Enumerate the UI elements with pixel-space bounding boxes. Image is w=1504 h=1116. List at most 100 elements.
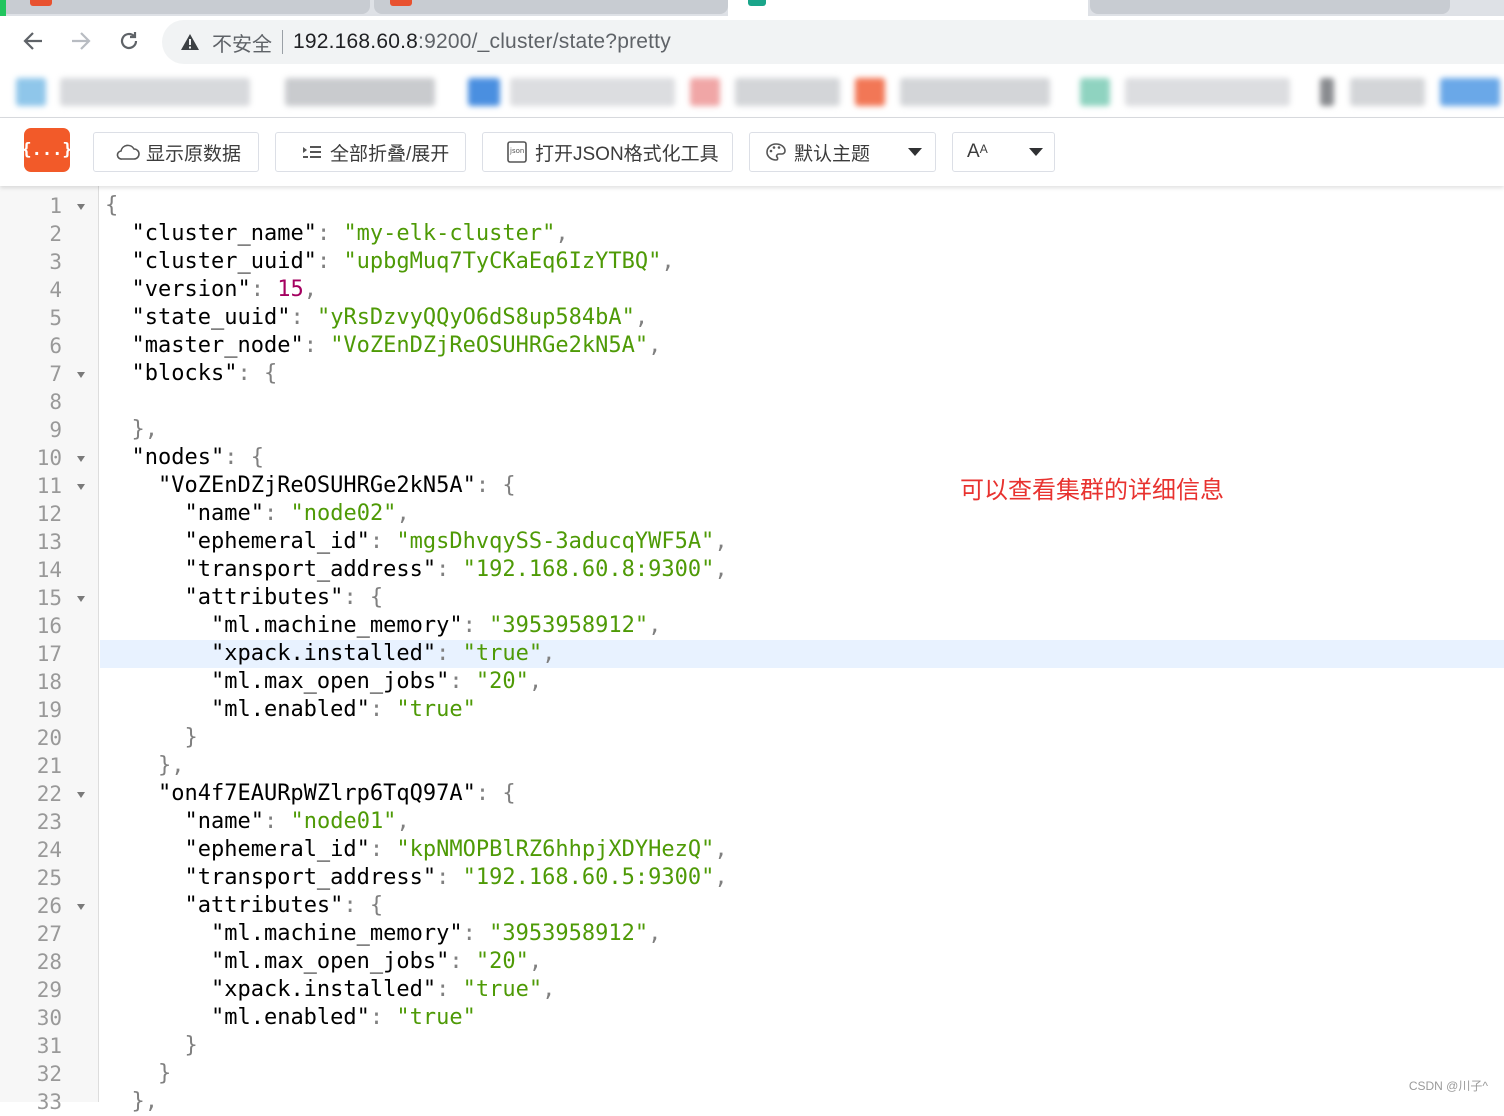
code-line: 33 },: [0, 1088, 1504, 1116]
bookmark-item[interactable]: [285, 78, 435, 106]
json-punct: ,: [542, 641, 555, 666]
fold-toggle-icon[interactable]: [77, 596, 85, 602]
browser-tab-active[interactable]: [728, 0, 1088, 16]
json-key: "ephemeral_id": [184, 529, 369, 554]
code-content: {: [100, 192, 1504, 220]
json-punct: : {: [343, 585, 383, 610]
fold-all-button[interactable]: 全部折叠/展开: [275, 132, 466, 172]
line-number: 28: [0, 948, 62, 976]
code-content: "blocks": {: [100, 360, 1504, 388]
json-punct: }: [158, 1061, 171, 1086]
font-size-select[interactable]: AA: [952, 132, 1055, 172]
bookmark-item[interactable]: [468, 78, 500, 106]
json-punct: }: [184, 725, 197, 750]
line-number: 10: [0, 444, 62, 472]
code-line: 30 "ml.enabled": "true": [0, 1004, 1504, 1032]
url-text[interactable]: 192.168.60.8:9200/_cluster/state?pretty: [293, 30, 671, 54]
bookmark-item[interactable]: [60, 78, 250, 106]
line-number: 13: [0, 528, 62, 556]
json-code-view[interactable]: 1{2 "cluster_name": "my-elk-cluster",3 "…: [0, 186, 1504, 1102]
code-content: },: [100, 416, 1504, 444]
annotation-text: 可以查看集群的详细信息: [960, 470, 1224, 505]
code-content: "ml.max_open_jobs": "20",: [100, 948, 1504, 976]
json-key: "master_node": [132, 333, 304, 358]
back-button[interactable]: [18, 26, 48, 56]
fold-toggle-icon[interactable]: [77, 456, 85, 462]
json-string: "192.168.60.5:9300": [463, 865, 715, 890]
forward-button[interactable]: [66, 26, 96, 56]
fold-toggle-icon[interactable]: [77, 204, 85, 210]
tab-favicon-icon: [390, 0, 412, 6]
bookmark-item[interactable]: [1350, 78, 1425, 106]
json-string: "true": [396, 697, 475, 722]
json-punct: :: [317, 249, 344, 274]
code-line: 21 },: [0, 752, 1504, 780]
browser-tab[interactable]: [1090, 0, 1450, 14]
json-viewer-logo: {...}: [24, 128, 70, 172]
code-content: },: [100, 1088, 1504, 1116]
url-host: 192.168.60.8: [293, 30, 418, 53]
json-string: "3953958912": [489, 613, 648, 638]
fold-toggle-icon[interactable]: [77, 372, 85, 378]
line-number: 2: [0, 220, 62, 248]
json-punct: ,: [304, 277, 317, 302]
line-number: 12: [0, 500, 62, 528]
warning-icon[interactable]: [180, 32, 200, 52]
bookmark-item[interactable]: [510, 78, 675, 106]
json-punct: : {: [343, 893, 383, 918]
code-content: }: [100, 724, 1504, 752]
code-content: }: [100, 1032, 1504, 1060]
line-number: 19: [0, 696, 62, 724]
line-number: 25: [0, 864, 62, 892]
json-punct: ,: [714, 837, 727, 862]
cloud-icon: [116, 140, 140, 164]
reload-icon: [118, 30, 140, 52]
bookmark-item[interactable]: [16, 78, 46, 106]
code-content: "transport_address": "192.168.60.8:9300"…: [100, 556, 1504, 584]
code-content: "state_uuid": "yRsDzvyQQyO6dS8up584bA",: [100, 304, 1504, 332]
fold-toggle-icon[interactable]: [77, 792, 85, 798]
json-punct: }: [184, 1033, 197, 1058]
theme-select[interactable]: 默认主题: [749, 132, 936, 172]
code-content: "transport_address": "192.168.60.5:9300"…: [100, 864, 1504, 892]
json-punct: :: [436, 977, 463, 1002]
bookmark-item[interactable]: [1320, 78, 1334, 106]
bookmark-item[interactable]: [1125, 78, 1290, 106]
fold-toggle-icon[interactable]: [77, 484, 85, 490]
bookmark-item[interactable]: [1080, 78, 1110, 106]
json-punct: ,: [714, 557, 727, 582]
json-string: "node01": [290, 809, 396, 834]
json-punct: },: [158, 753, 185, 778]
json-string: "true": [463, 641, 542, 666]
watermark: CSDN @川子^: [1409, 1077, 1488, 1094]
show-raw-button[interactable]: 显示原数据: [93, 132, 259, 172]
line-number: 9: [0, 416, 62, 444]
open-formatter-button[interactable]: json 打开JSON格式化工具: [482, 132, 733, 172]
json-punct: :: [370, 697, 397, 722]
code-content: },: [100, 752, 1504, 780]
font-size-icon: A: [967, 141, 980, 163]
bookmark-item[interactable]: [900, 78, 1050, 106]
browser-tab[interactable]: [0, 0, 370, 14]
code-line: 26 "attributes": {: [0, 892, 1504, 920]
json-punct: : {: [237, 361, 277, 386]
browser-tab[interactable]: [374, 0, 728, 14]
omnibox[interactable]: 不安全 192.168.60.8:9200/_cluster/state?pre…: [162, 20, 1504, 64]
code-line: 22 "on4f7EAURpWZlrp6TqQ97A": {: [0, 780, 1504, 808]
code-content: "attributes": {: [100, 892, 1504, 920]
bookmark-item[interactable]: [855, 78, 885, 106]
bookmark-item[interactable]: [735, 78, 840, 106]
line-number: 26: [0, 892, 62, 920]
bookmark-item[interactable]: [690, 78, 720, 106]
bookmark-item[interactable]: [1440, 78, 1500, 106]
code-line: 10 "nodes": {: [0, 444, 1504, 472]
code-line: 8: [0, 388, 1504, 416]
line-number: 27: [0, 920, 62, 948]
code-content: "version": 15,: [100, 276, 1504, 304]
code-content: "name": "node02",: [100, 500, 1504, 528]
code-line: 29 "xpack.installed": "true",: [0, 976, 1504, 1004]
reload-button[interactable]: [114, 26, 144, 56]
json-punct: ,: [542, 977, 555, 1002]
fold-toggle-icon[interactable]: [77, 904, 85, 910]
line-number: 33: [0, 1088, 62, 1116]
